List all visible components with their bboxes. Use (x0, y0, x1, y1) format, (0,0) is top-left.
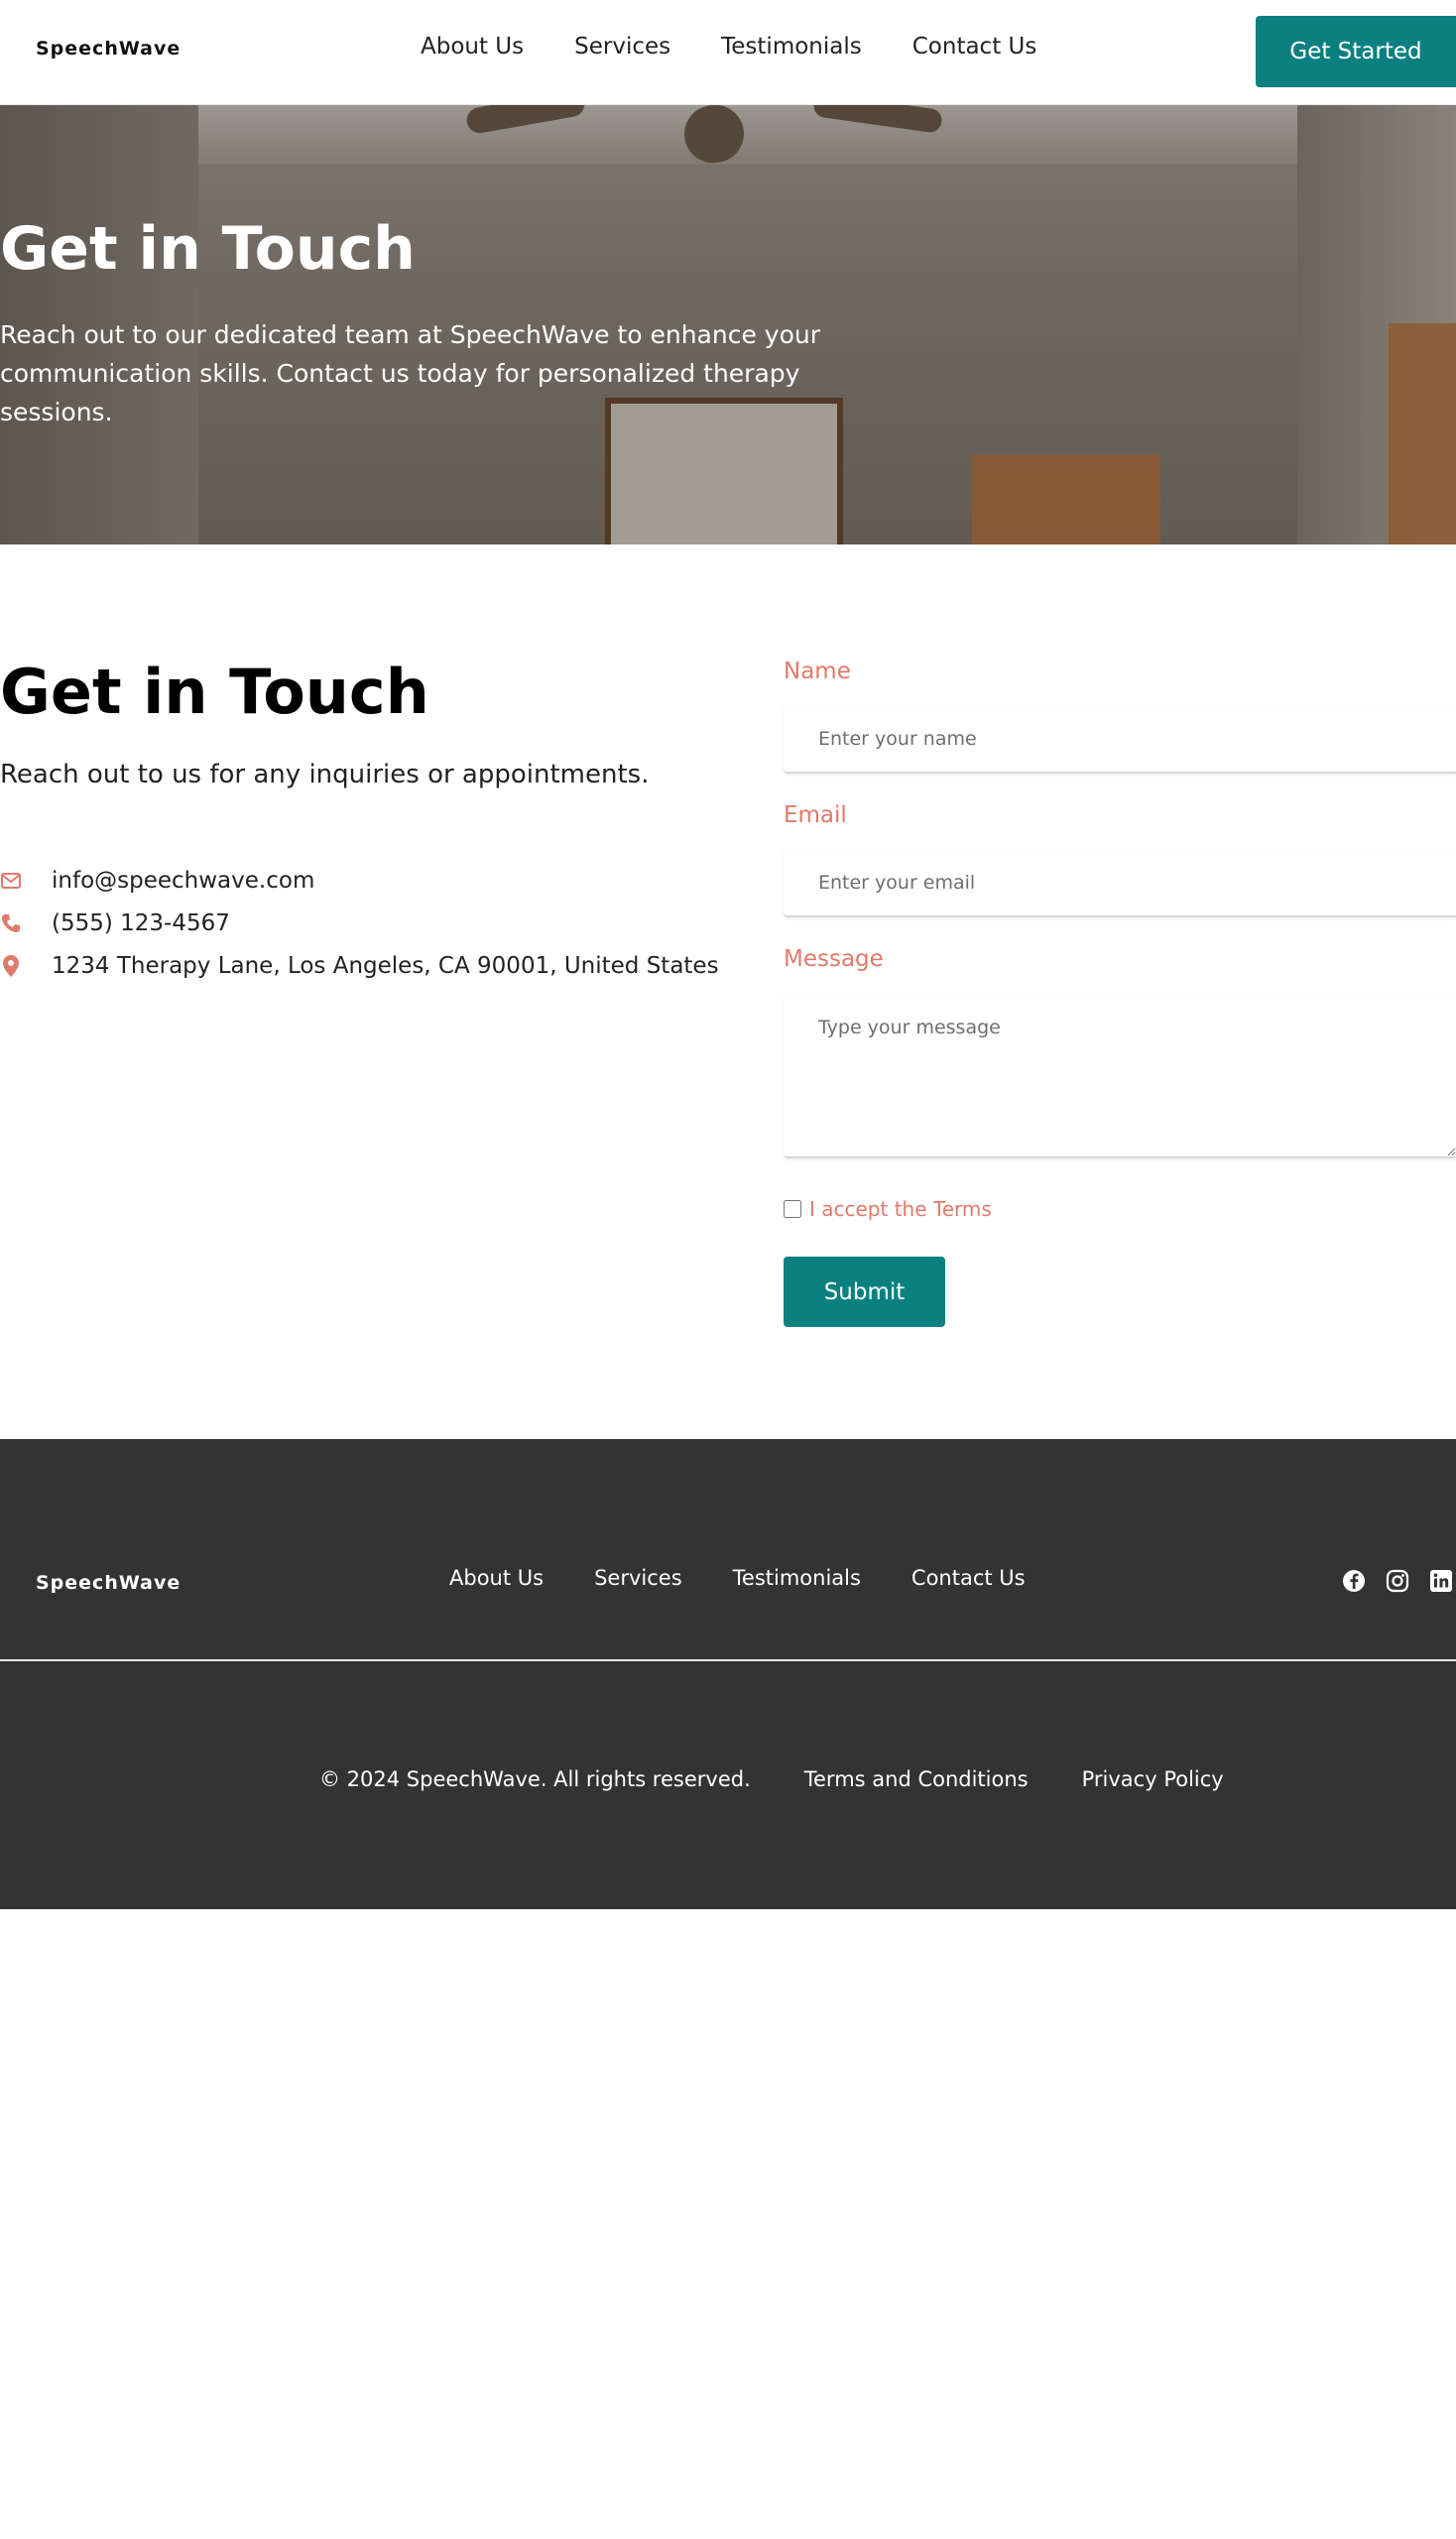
contact-title: Get in Touch (0, 656, 429, 728)
submit-button[interactable]: Submit (784, 1257, 945, 1327)
contact-email: info@speechwave.com (0, 868, 314, 894)
phone-icon (0, 912, 22, 934)
nav-services[interactable]: Services (574, 34, 670, 60)
instagram-icon[interactable] (1386, 1569, 1409, 1593)
linkedin-icon[interactable] (1429, 1569, 1453, 1593)
name-label: Name (784, 659, 851, 684)
footer-nav-testimonials[interactable]: Testimonials (733, 1566, 861, 1590)
terms-link[interactable]: Terms and Conditions (804, 1767, 1029, 1791)
hero-banner: Get in Touch Reach out to our dedicated … (0, 105, 1456, 544)
social-links (1342, 1569, 1453, 1593)
envelope-icon (0, 870, 22, 892)
nav-contact-us[interactable]: Contact Us (912, 34, 1037, 60)
footer-nav-contact-us[interactable]: Contact Us (911, 1566, 1026, 1590)
get-started-button[interactable]: Get Started (1256, 16, 1456, 87)
message-label: Message (784, 946, 884, 972)
hero-subtitle: Reach out to our dedicated team at Speec… (0, 320, 821, 426)
main-nav: About Us Services Testimonials Contact U… (421, 34, 1036, 60)
facebook-icon[interactable] (1342, 1569, 1366, 1593)
nav-testimonials[interactable]: Testimonials (721, 34, 862, 60)
contact-address: 1234 Therapy Lane, Los Angeles, CA 90001… (0, 953, 719, 979)
footer-divider (0, 1659, 1456, 1661)
site-footer: SpeechWave About Us Services Testimonial… (0, 1439, 1456, 1909)
terms-checkbox[interactable] (784, 1200, 801, 1218)
map-pin-icon (0, 955, 22, 977)
contact-phone: (555) 123-4567 (0, 910, 230, 936)
footer-nav-about-us[interactable]: About Us (449, 1566, 544, 1590)
terms-label[interactable]: I accept the Terms (809, 1197, 992, 1221)
email-input[interactable] (784, 850, 1456, 917)
contact-subtitle: Reach out to us for any inquiries or app… (0, 760, 650, 789)
contact-phone-text[interactable]: (555) 123-4567 (52, 910, 230, 936)
footer-nav: About Us Services Testimonials Contact U… (449, 1566, 1026, 1590)
nav-about-us[interactable]: About Us (421, 34, 524, 60)
contact-address-text: 1234 Therapy Lane, Los Angeles, CA 90001… (52, 953, 719, 979)
email-label: Email (784, 802, 847, 828)
message-textarea[interactable] (784, 995, 1456, 1158)
site-logo[interactable]: SpeechWave (36, 38, 181, 60)
hero-title: Get in Touch (0, 214, 416, 284)
footer-logo[interactable]: SpeechWave (36, 1572, 181, 1594)
terms-row: I accept the Terms (784, 1197, 992, 1221)
privacy-link[interactable]: Privacy Policy (1082, 1767, 1224, 1791)
copyright-text: © 2024 SpeechWave. All rights reserved. (319, 1767, 751, 1791)
footer-bottom: © 2024 SpeechWave. All rights reserved. … (319, 1767, 1224, 1791)
footer-nav-services[interactable]: Services (594, 1566, 682, 1590)
site-header: SpeechWave About Us Services Testimonial… (0, 0, 1456, 105)
contact-email-text[interactable]: info@speechwave.com (52, 868, 314, 894)
name-input[interactable] (784, 706, 1456, 774)
